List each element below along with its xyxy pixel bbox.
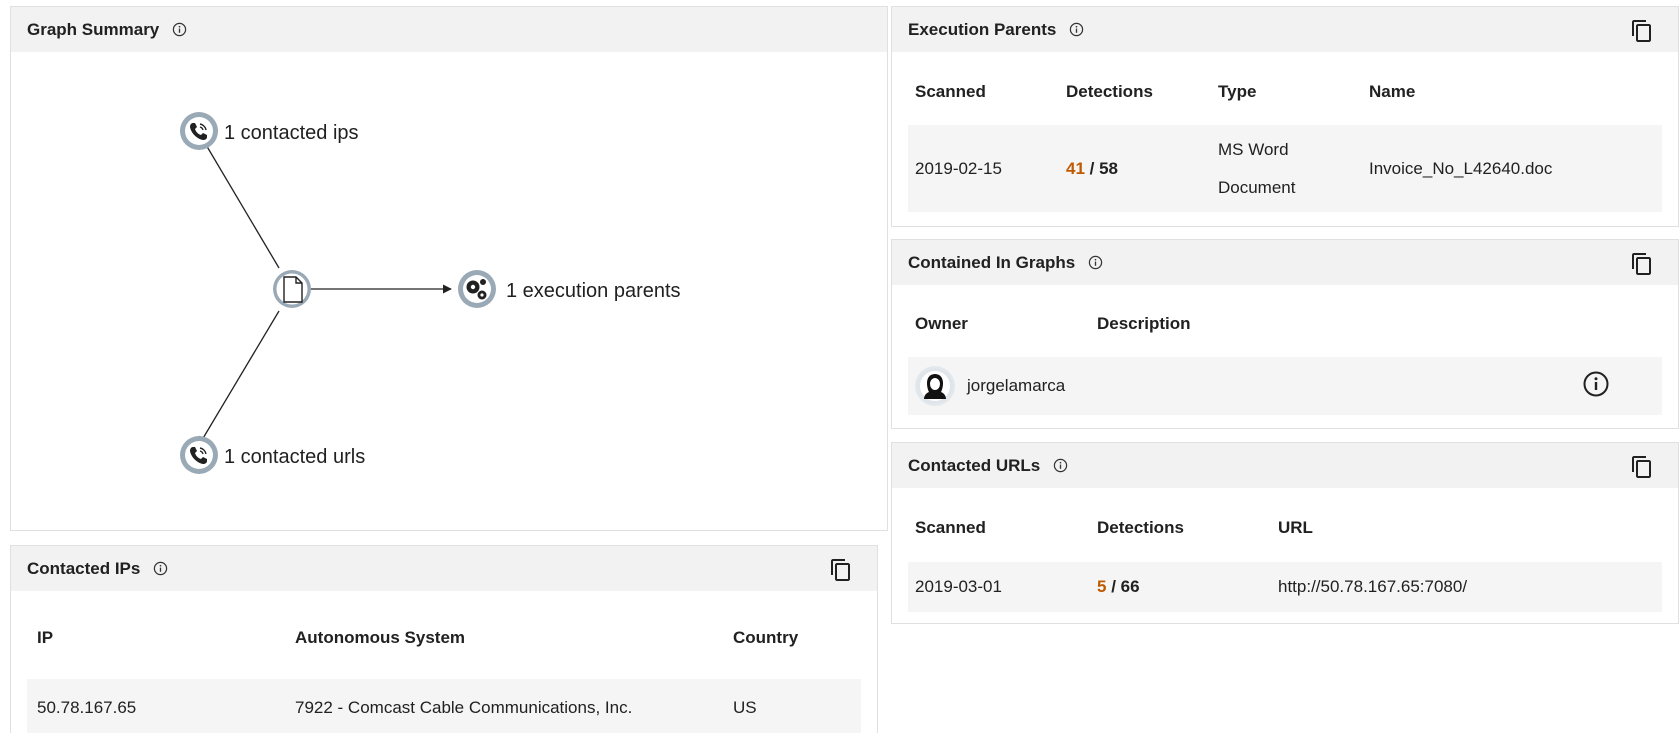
detections-total: 58 bbox=[1099, 158, 1119, 178]
detections-total: 66 bbox=[1120, 577, 1140, 596]
info-icon[interactable] bbox=[153, 561, 168, 576]
ip-cell[interactable]: 50.78.167.65 bbox=[27, 679, 285, 733]
execution-parents-title: Execution Parents bbox=[908, 19, 1057, 39]
table-row[interactable]: 2019-02-15 41 / 58 MS Word Document Invo… bbox=[908, 125, 1662, 212]
execution-parents-table: Scanned Detections Type Name 2019-02-15 … bbox=[908, 52, 1662, 212]
detections-separator: / bbox=[1106, 577, 1121, 596]
column-header-url: URL bbox=[1278, 518, 1313, 537]
table-header-row: Owner Description bbox=[908, 285, 1662, 357]
column-header-detections: Detections bbox=[1066, 81, 1153, 101]
contained-in-graphs-title: Contained In Graphs bbox=[908, 252, 1076, 272]
row-actions-cell bbox=[1582, 357, 1662, 415]
column-header-owner: Owner bbox=[915, 314, 968, 333]
type-line-1: MS Word bbox=[1218, 139, 1289, 159]
url-cell[interactable]: http://50.78.167.65:7080/ bbox=[1271, 562, 1662, 612]
column-header-scanned: Scanned bbox=[915, 518, 986, 537]
info-icon[interactable] bbox=[1582, 370, 1610, 398]
column-header-name: Name bbox=[1369, 81, 1416, 101]
edge-to-ips bbox=[198, 132, 280, 269]
type-line-2: Document bbox=[1218, 177, 1296, 197]
contained-in-graphs-table: Owner Description jorgelamarca bbox=[908, 285, 1662, 415]
relationship-graph: 1 contacted ips 1 execution parents 1 co… bbox=[180, 112, 681, 474]
column-header-type: Type bbox=[1218, 81, 1257, 101]
info-icon[interactable] bbox=[172, 22, 187, 37]
execution-parents-node[interactable] bbox=[458, 270, 496, 308]
node-label-parents: 1 execution parents bbox=[506, 280, 681, 302]
copy-icon[interactable] bbox=[1630, 455, 1654, 479]
column-header-ip: IP bbox=[37, 628, 54, 647]
detections-cell: 5 / 66 bbox=[1090, 562, 1271, 612]
graph-summary-title: Graph Summary bbox=[27, 19, 160, 39]
file-node[interactable] bbox=[273, 270, 311, 308]
type-cell: MS Word Document bbox=[1211, 125, 1362, 212]
edge-to-urls bbox=[198, 310, 280, 446]
table-header-row: IP Autonomous System Country bbox=[27, 591, 861, 679]
detections-positive: 41 bbox=[1066, 158, 1085, 178]
contacted-urls-card: Contacted URLs Scanned Detections URL 20… bbox=[891, 442, 1679, 624]
contained-in-graphs-card: Contained In Graphs Owner Description jo… bbox=[891, 239, 1679, 429]
file-icon bbox=[283, 276, 303, 303]
execution-parents-header: Execution Parents bbox=[892, 7, 1678, 52]
name-cell[interactable]: Invoice_No_L42640.doc bbox=[1362, 125, 1662, 212]
copy-icon[interactable] bbox=[1630, 19, 1654, 43]
detections-cell: 41 / 58 bbox=[1059, 125, 1211, 212]
contacted-urls-header: Contacted URLs bbox=[892, 443, 1678, 488]
owner-cell: jorgelamarca bbox=[908, 357, 1090, 415]
column-header-description: Description bbox=[1097, 314, 1191, 333]
node-label-urls: 1 contacted urls bbox=[224, 446, 365, 468]
info-icon[interactable] bbox=[1069, 22, 1084, 37]
contacted-ips-node[interactable] bbox=[180, 112, 218, 150]
country-cell: US bbox=[733, 697, 757, 717]
contacted-urls-table: Scanned Detections URL 2019-03-01 5 / 66… bbox=[908, 488, 1662, 612]
contacted-ips-header: Contacted IPs bbox=[11, 546, 877, 591]
copy-icon[interactable] bbox=[829, 558, 853, 582]
contacted-ips-card: Contacted IPs IP Autonomous System Count… bbox=[10, 545, 878, 733]
avatar-icon bbox=[917, 368, 953, 404]
table-row[interactable]: 2019-03-01 5 / 66 http://50.78.167.65:70… bbox=[908, 562, 1662, 612]
contacted-urls-node[interactable] bbox=[180, 436, 218, 474]
description-cell bbox=[1090, 357, 1582, 415]
table-header-row: Scanned Detections URL bbox=[908, 488, 1662, 562]
contacted-ips-table: IP Autonomous System Country 50.78.167.6… bbox=[27, 591, 861, 733]
autonomous-system-cell: 7922 - Comcast Cable Communications, Inc… bbox=[295, 697, 633, 717]
column-header-detections: Detections bbox=[1097, 518, 1184, 537]
node-label-ips: 1 contacted ips bbox=[224, 122, 359, 144]
table-row[interactable]: jorgelamarca bbox=[908, 357, 1662, 415]
detections-separator: / bbox=[1084, 158, 1100, 178]
graph-summary-header: Graph Summary bbox=[11, 7, 887, 52]
copy-icon[interactable] bbox=[1630, 252, 1654, 276]
contained-in-graphs-header: Contained In Graphs bbox=[892, 240, 1678, 285]
contacted-ips-title: Contacted IPs bbox=[27, 558, 141, 578]
column-header-autonomous-system: Autonomous System bbox=[295, 628, 466, 647]
contacted-urls-title: Contacted URLs bbox=[908, 455, 1041, 475]
column-header-scanned: Scanned bbox=[915, 81, 986, 101]
info-icon[interactable] bbox=[1053, 458, 1068, 473]
execution-parents-card: Execution Parents Scanned Detections Typ… bbox=[891, 6, 1679, 227]
avatar[interactable] bbox=[915, 366, 955, 406]
graph-summary-card: Graph Summary 1 contacted ips 1 executio… bbox=[10, 6, 888, 531]
column-header-country: Country bbox=[733, 628, 799, 647]
info-icon[interactable] bbox=[1088, 255, 1103, 270]
table-header-row: Scanned Detections Type Name bbox=[908, 52, 1662, 125]
table-row[interactable]: 50.78.167.65 7922 - Comcast Cable Commun… bbox=[27, 679, 861, 733]
scanned-cell: 2019-02-15 bbox=[915, 158, 1002, 178]
owner-name[interactable]: jorgelamarca bbox=[967, 376, 1065, 395]
scanned-cell: 2019-03-01 bbox=[915, 577, 1002, 596]
column-header-actions bbox=[1582, 285, 1662, 357]
